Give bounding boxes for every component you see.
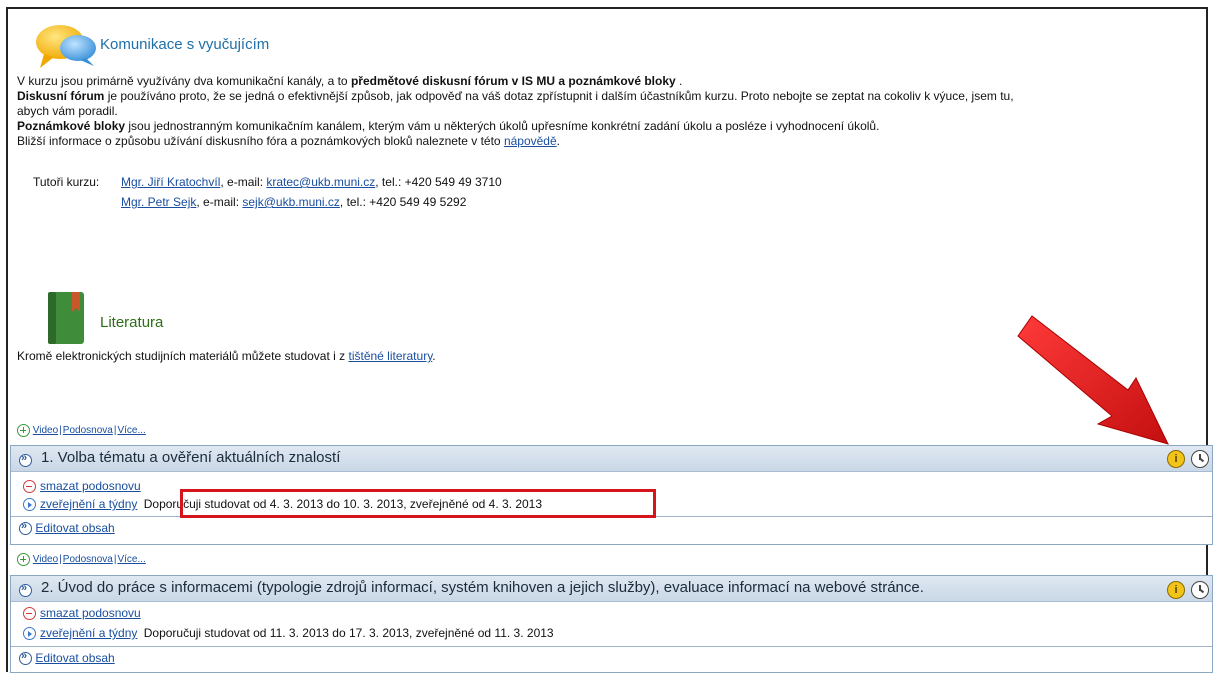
tutors-label: Tutoři kurzu: <box>33 175 100 189</box>
publish-weeks-link[interactable]: zveřejnění a týdny <box>40 497 137 511</box>
communication-line-5: Bližší informace o způsobu užívání disku… <box>17 134 560 148</box>
book-icon <box>48 292 84 344</box>
delete-icon[interactable] <box>23 480 36 494</box>
edit-icon[interactable] <box>19 650 32 666</box>
communication-line-3: abych vám poradil. <box>17 104 118 118</box>
delete-subtopic-link[interactable]: smazat podosnovu <box>40 606 141 620</box>
play-icon[interactable] <box>23 627 36 641</box>
printed-literature-link[interactable]: tištěné literatury <box>348 349 432 363</box>
edit-content-link[interactable]: Editovat obsah <box>35 521 114 535</box>
communication-line-4: Poznámkové bloky jsou jednostranným komu… <box>17 119 880 133</box>
tutor-name-link[interactable]: Mgr. Petr Sejk <box>121 195 196 209</box>
literature-title: Literatura <box>100 314 164 331</box>
edit-content-link[interactable]: Editovat obsah <box>35 651 114 665</box>
add-video-link[interactable]: Video <box>33 554 58 565</box>
literature-text: Kromě elektronických studijních materiál… <box>17 349 436 363</box>
delete-row: smazat podosnovu <box>23 606 141 621</box>
publish-weeks-link[interactable]: zveřejnění a týdny <box>40 626 137 640</box>
communication-title: Komunikace s vyučujícím <box>100 36 270 53</box>
red-arrow-annotation <box>1017 315 1169 445</box>
delete-subtopic-link[interactable]: smazat podosnovu <box>40 479 141 493</box>
module-2: 2. Úvod do práce s informacemi (typologi… <box>10 575 1213 673</box>
more-link[interactable]: Více... <box>117 425 145 436</box>
tutor-email-link[interactable]: sejk@ukb.muni.cz <box>242 195 340 209</box>
highlight-box <box>180 489 656 518</box>
add-icon[interactable] <box>17 553 30 566</box>
add-subtopic-link[interactable]: Podosnova <box>63 554 113 565</box>
tutor-row: Mgr. Jiří Kratochvíl, e-mail: kratec@ukb… <box>121 175 502 189</box>
help-link[interactable]: nápovědě <box>504 134 557 148</box>
module-title: 1. Volba tématu a ověření aktuálních zna… <box>41 449 341 466</box>
delete-icon[interactable] <box>23 607 36 621</box>
edit-icon[interactable] <box>19 520 32 536</box>
add-content-links: Video|Podosnova|Více... <box>17 424 146 437</box>
add-icon[interactable] <box>17 424 30 437</box>
edit-row: Editovat obsah <box>11 646 1212 667</box>
module-title: 2. Úvod do práce s informacemi (typologi… <box>41 579 924 596</box>
edit-row: Editovat obsah <box>11 516 1212 537</box>
communication-line-2: Diskusní fórum je používáno proto, že se… <box>17 89 1014 103</box>
tutor-row: Mgr. Petr Sejk, e-mail: sejk@ukb.muni.cz… <box>121 195 467 209</box>
add-subtopic-link[interactable]: Podosnova <box>63 425 113 436</box>
module-header: 2. Úvod do práce s informacemi (typologi… <box>11 576 1212 602</box>
delete-row: smazat podosnovu <box>23 479 141 494</box>
add-content-links: Video|Podosnova|Více... <box>17 553 146 566</box>
more-link[interactable]: Více... <box>117 554 145 565</box>
expand-icon[interactable] <box>19 582 32 598</box>
publish-info: Doporučuji studovat od 11. 3. 2013 do 17… <box>143 626 554 640</box>
chat-bubbles-icon <box>36 25 96 68</box>
clock-icon[interactable] <box>1191 581 1209 599</box>
communication-line-1: V kurzu jsou primárně využívány dva komu… <box>17 74 683 88</box>
expand-icon[interactable] <box>19 452 32 468</box>
publish-row: zveřejnění a týdny Doporučuji studovat o… <box>23 626 554 641</box>
tutor-name-link[interactable]: Mgr. Jiří Kratochvíl <box>121 175 220 189</box>
add-video-link[interactable]: Video <box>33 425 58 436</box>
play-icon[interactable] <box>23 498 36 512</box>
info-icon[interactable]: i <box>1167 581 1185 599</box>
tutor-email-link[interactable]: kratec@ukb.muni.cz <box>266 175 375 189</box>
clock-icon[interactable] <box>1191 450 1209 468</box>
